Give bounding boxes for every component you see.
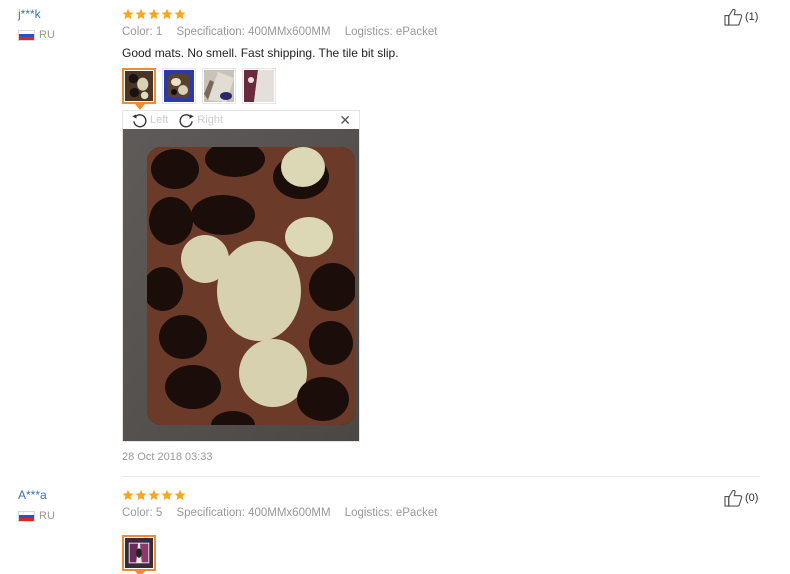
helpful-button[interactable]: (0) — [724, 489, 758, 507]
star-icon — [135, 489, 147, 501]
photo-thumbnails — [122, 68, 276, 110]
thumbs-up-icon — [724, 8, 743, 26]
photo-thumbnail[interactable] — [162, 68, 196, 104]
review-item: A***a RU Color: 5 Specification: 400MMx6… — [0, 477, 790, 574]
rotate-right-label: Right — [197, 114, 224, 126]
star-rating — [122, 489, 186, 501]
order-logistics: Logistics: ePacket — [344, 507, 438, 519]
photo-thumbnail[interactable] — [242, 68, 276, 104]
rotate-left-button[interactable]: Left — [131, 112, 168, 129]
flag-ru-icon — [18, 29, 35, 41]
review-text: Good mats. No smell. Fast shipping. The … — [122, 46, 399, 60]
star-icon — [174, 489, 186, 501]
star-icon — [148, 489, 160, 501]
order-logistics: Logistics: ePacket — [344, 26, 438, 38]
star-icon — [135, 8, 147, 20]
star-rating — [122, 8, 186, 20]
thumbs-up-icon — [724, 489, 743, 507]
order-specification: Specification: 400MMx600MM — [176, 26, 331, 38]
order-info: Color: 5 Specification: 400MMx600MM Logi… — [122, 507, 448, 519]
star-icon — [148, 8, 160, 20]
order-info: Color: 1 Specification: 400MMx600MM Logi… — [122, 26, 448, 38]
order-color: Color: 1 — [122, 26, 163, 38]
like-count: (1) — [745, 11, 759, 23]
photo-viewer: Left Right ✕ — [122, 110, 360, 442]
order-color: Color: 5 — [122, 507, 163, 519]
order-specification: Specification: 400MMx600MM — [176, 507, 331, 519]
helpful-button[interactable]: (1) — [724, 8, 758, 26]
review-item: j***k RU Color: 1 Specification: 400MMx6… — [0, 0, 790, 477]
rotate-right-icon — [179, 113, 195, 127]
review-photo — [123, 129, 359, 441]
viewer-toolbar: Left Right ✕ — [123, 111, 359, 129]
reviewer-country: RU — [18, 510, 55, 522]
close-icon[interactable]: ✕ — [339, 112, 351, 129]
rotate-left-label: Left — [150, 114, 169, 126]
star-icon — [174, 8, 186, 20]
star-icon — [161, 8, 173, 20]
reviewer-name[interactable]: A***a — [18, 488, 47, 502]
country-code: RU — [39, 510, 55, 522]
reviewer-country: RU — [18, 29, 55, 41]
star-icon — [122, 489, 134, 501]
rotate-left-icon — [132, 113, 147, 127]
like-count: (0) — [745, 492, 759, 504]
star-icon — [161, 489, 173, 501]
star-icon — [122, 8, 134, 20]
review-date: 28 Oct 2018 03:33 — [122, 451, 213, 463]
flag-ru-icon — [18, 510, 35, 522]
photo-thumbnail[interactable] — [122, 68, 156, 110]
photo-thumbnails — [122, 535, 156, 574]
photo-thumbnail[interactable] — [122, 535, 156, 574]
country-code: RU — [39, 29, 55, 41]
reviewer-name[interactable]: j***k — [18, 7, 41, 21]
rotate-right-button[interactable]: Right — [178, 112, 223, 129]
photo-thumbnail[interactable] — [202, 68, 236, 104]
